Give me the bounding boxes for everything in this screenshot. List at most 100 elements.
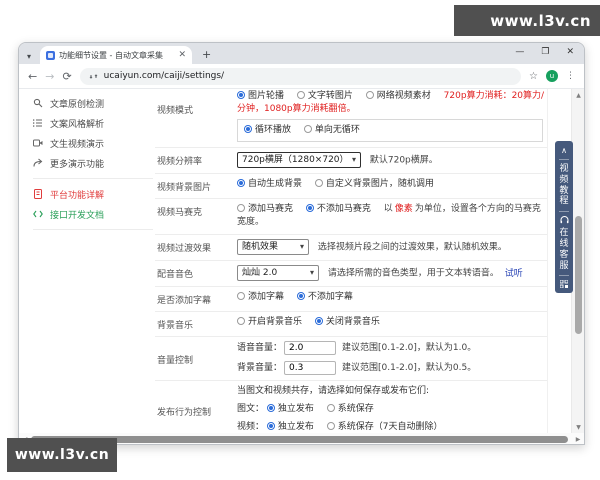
row-label: 视频马赛克 [157,208,203,219]
chevron-down-icon: ▾ [309,268,314,278]
vertical-scroll-thumb[interactable] [575,216,582,334]
sidebar-item-originality-check[interactable]: 文章原创检测 [33,93,153,113]
transition-select[interactable]: 随机效果 ▾ [237,239,309,256]
document-icon [34,189,42,199]
radio-bgm-off[interactable]: 关闭背景音乐 [314,317,380,327]
sidebar-item-more-demos[interactable]: 更多演示功能 [33,153,153,173]
radio-icon[interactable] [244,125,252,134]
browser-tab[interactable]: 功能细节设置 - 自动文章采集 ✕ [40,46,193,64]
row-label: 视频分辨率 [157,157,203,168]
code-icon [33,210,43,218]
browser-window: ▾ 功能细节设置 - 自动文章采集 ✕ + — ❐ ✕ ← → ⟳ ucaiyu… [18,42,585,445]
bookmark-star-icon[interactable]: ☆ [529,71,538,82]
radio-imagetext-system-save[interactable]: 系统保存 [326,404,374,414]
radio-icon[interactable] [365,91,374,99]
radio-icon[interactable] [237,204,245,213]
radio-icon[interactable] [326,404,335,413]
sidebar-item-label: 接口开发文档 [50,210,105,221]
url-bar[interactable]: ucaiyun.com/caiji/settings/ [79,67,522,85]
row-label: 视频背景图片 [157,183,212,194]
radio-icon[interactable] [303,125,312,134]
radio-loop-play[interactable]: 循环播放 [244,125,291,135]
radio-bgm-on[interactable]: 开启背景音乐 [237,317,302,327]
radio-icon[interactable] [296,292,305,301]
sidebar-divider [33,178,153,179]
radio-text-to-image[interactable]: 文字转图片 [296,91,353,101]
radio-auto-background[interactable]: 自动生成背景 [237,179,302,189]
widget-divider [559,211,569,213]
sidebar-item-platform-features[interactable]: 平台功能详解 [33,184,153,204]
new-tab-button[interactable]: + [202,49,211,60]
audition-link[interactable]: 试听 [505,269,523,279]
reload-icon[interactable]: ⟳ [62,71,71,82]
voice-select[interactable]: 灿灿 2.0 ▾ [237,265,319,282]
row-label: 音量控制 [157,356,194,367]
tab-strip: ▾ 功能细节设置 - 自动文章采集 ✕ + — ❐ ✕ [19,43,584,64]
radio-icon[interactable] [266,422,275,431]
radio-video-system-save[interactable]: 系统保存（7天自动删除） [326,422,443,432]
radio-icon[interactable] [237,179,245,188]
radio-icon[interactable] [237,91,245,99]
radio-icon[interactable] [266,404,275,413]
radio-icon[interactable] [296,91,305,99]
tab-close-icon[interactable]: ✕ [178,50,186,60]
voice-volume-input[interactable] [284,341,337,356]
sidebar-item-api-docs[interactable]: 接口开发文档 [33,204,153,224]
radio-icon[interactable] [326,422,335,431]
row-label: 配音音色 [157,270,194,281]
maximize-icon[interactable]: ❐ [541,47,549,57]
radio-add-mosaic[interactable]: 添加马赛克 [237,204,293,214]
browser-toolbar: ← → ⟳ ucaiyun.com/caiji/settings/ ☆ u ⋮ [19,64,584,89]
sidebar-item-label: 更多演示功能 [50,159,105,170]
radio-custom-background[interactable]: 自定义背景图片，随机调用 [314,179,434,189]
radio-web-video[interactable]: 网络视频素材 [365,91,431,101]
radio-icon[interactable] [237,292,245,301]
floating-help-widget: ∧ 视频教程 在线客服 [555,141,573,294]
radio-icon[interactable] [314,179,323,188]
radio-carousel[interactable]: 图片轮播 [237,91,284,101]
row-resolution: 视频分辨率 720p横屏（1280×720） ▾ 默认720p横屏。 [155,148,547,175]
voice-hint: 请选择所需的音色类型，用于文本转语音。 [327,268,499,279]
radio-no-loop[interactable]: 单向无循环 [303,125,360,135]
list-icon [33,119,42,127]
sidebar-item-label: 平台功能详解 [50,190,105,201]
sidebar-item-style-analysis[interactable]: 文案风格解析 [33,113,153,133]
sidebar-item-text-to-video-demo[interactable]: 文生视频演示 [33,133,153,153]
scroll-up-icon[interactable]: ▲ [572,89,584,101]
scroll-right-icon[interactable]: ▶ [572,433,584,444]
avatar[interactable]: u [546,70,558,82]
menu-kebab-icon[interactable]: ⋮ [566,71,575,81]
radio-imagetext-independent[interactable]: 独立发布 [266,404,314,414]
minimize-icon[interactable]: — [515,47,524,57]
forward-icon[interactable]: → [45,71,54,82]
radio-icon[interactable] [314,317,323,326]
search-icon [33,98,43,108]
video-mode-options: 图片轮播 文字转图片 网络视频素材 720p算力消耗：20算力/分钟，1080p… [237,90,547,116]
qr-code-icon[interactable] [560,280,568,289]
widget-divider [559,159,569,160]
collapse-chevron-icon[interactable]: ∧ [561,147,567,155]
resolution-select[interactable]: 720p横屏（1280×720） ▾ [237,152,361,169]
voice-volume-line: 语音音量：建议范围[0.1-2.0]，默认为1.0。 [237,341,547,356]
radio-icon[interactable] [237,317,245,326]
radio-video-independent[interactable]: 独立发布 [266,422,314,432]
radio-no-subtitle[interactable]: 不添加字幕 [296,292,353,302]
radio-icon[interactable] [305,204,314,213]
close-icon[interactable]: ✕ [566,47,574,57]
row-label: 是否添加字幕 [157,296,212,307]
radio-add-subtitle[interactable]: 添加字幕 [237,292,284,302]
site-info-icon[interactable] [89,72,98,81]
row-subtitle: 是否添加字幕 添加字幕 不添加字幕 [155,287,547,313]
back-icon[interactable]: ← [28,71,37,82]
sidebar-divider [33,229,153,230]
video-icon [33,139,43,147]
radio-no-mosaic[interactable]: 不添加马赛克 [305,204,371,214]
page-content: 文章原创检测 文案风格解析 文生视频演示 更多演示功能 平台功能详解 接口开发文… [19,89,584,444]
tab-title: 功能细节设置 - 自动文章采集 [59,50,163,60]
online-service-link[interactable]: 在线客服 [559,228,570,271]
tab-search-icon[interactable]: ▾ [27,53,31,61]
bgm-volume-input[interactable] [284,361,337,376]
video-tutorial-link[interactable]: 视频教程 [559,164,570,207]
scroll-down-icon[interactable]: ▼ [572,421,584,433]
widget-divider [559,275,569,277]
